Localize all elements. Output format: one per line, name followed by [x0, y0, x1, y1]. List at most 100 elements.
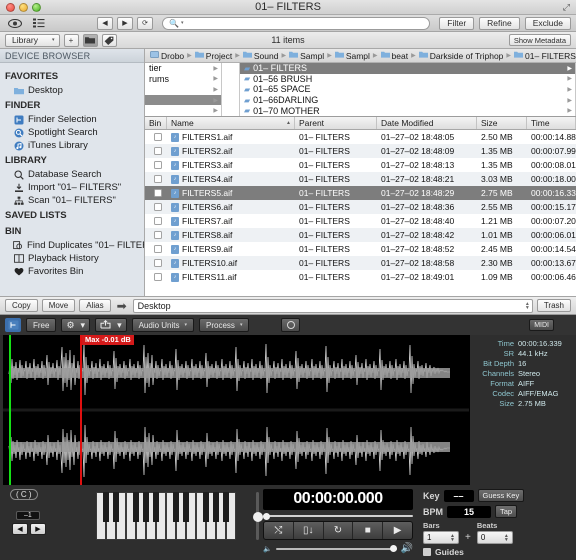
sidebar-item-itunes-library[interactable]: iTunes Library — [0, 139, 144, 152]
breadcrumb-item[interactable]: Sampl — [334, 51, 370, 61]
row-bin-cell[interactable] — [145, 175, 167, 183]
row-bin-cell[interactable] — [145, 245, 167, 253]
exclude-button[interactable]: Exclude — [524, 16, 571, 30]
guides-checkbox[interactable] — [423, 548, 431, 556]
sidebar-item-playback-history[interactable]: Playback History — [0, 252, 144, 265]
column-header-time[interactable]: Time — [527, 117, 576, 129]
stepper-icon[interactable]: ▲ ▼ — [450, 533, 455, 542]
column-header-parent[interactable]: Parent — [295, 117, 377, 129]
row-checkbox[interactable] — [154, 175, 162, 183]
slider-knob[interactable] — [252, 512, 263, 522]
stepper-icon[interactable]: ▲ ▼ — [525, 301, 530, 310]
row-bin-cell[interactable] — [145, 147, 167, 155]
finder-icon[interactable] — [5, 318, 21, 332]
row-bin-cell[interactable] — [145, 161, 167, 169]
forward-button[interactable]: ▶ — [117, 16, 133, 30]
refine-button[interactable]: Refine — [479, 16, 520, 30]
sidebar-item-finder-selection[interactable]: Finder Selection — [0, 113, 144, 126]
piano-black-key[interactable] — [213, 492, 219, 522]
row-checkbox[interactable] — [154, 259, 162, 267]
row-checkbox[interactable] — [154, 273, 162, 281]
free-button[interactable]: Free — [26, 318, 57, 332]
row-checkbox[interactable] — [154, 217, 162, 225]
library-dropdown[interactable]: Library ▾ — [5, 33, 60, 47]
volume-slider[interactable]: 🔈 🔊 — [263, 543, 413, 554]
piano-black-key[interactable] — [223, 492, 229, 522]
row-bin-cell[interactable] — [145, 189, 167, 197]
breadcrumb-item[interactable]: Project — [194, 51, 232, 61]
slider-knob[interactable] — [389, 544, 397, 552]
minimize-button[interactable] — [19, 2, 28, 12]
row-bin-cell[interactable] — [145, 259, 167, 267]
breadcrumb-item[interactable]: 01– FILTERS — [514, 51, 576, 61]
loop-button[interactable]: ↻ — [324, 522, 354, 539]
row-checkbox[interactable] — [154, 161, 162, 169]
sidebar-item-spotlight-search[interactable]: Spotlight Search — [0, 126, 144, 139]
back-button[interactable]: ◀ — [97, 16, 113, 30]
search-input[interactable]: 🔍 ▾ — [162, 16, 431, 30]
row-bin-cell[interactable] — [145, 203, 167, 211]
piano-black-key[interactable] — [143, 492, 149, 522]
sidebar-item-database-search[interactable]: Database Search — [0, 168, 144, 181]
table-row[interactable]: ♪ FILTERS9.aif 01– FILTERS 01–27–02 18:48… — [145, 242, 576, 256]
playhead-marker[interactable] — [80, 335, 82, 485]
beats-stepper[interactable]: 0 ▲ ▼ — [476, 531, 513, 544]
add-button[interactable]: + — [63, 33, 79, 47]
table-row[interactable]: ♪ FILTERS10.aif 01– FILTERS 01–27–02 18:4… — [145, 256, 576, 270]
slider-knob[interactable] — [263, 513, 270, 520]
column-row[interactable]: tier ▶ — [145, 63, 221, 74]
guides-row[interactable]: Guides — [423, 547, 570, 557]
sidebar-item-favorites-bin[interactable]: Favorites Bin — [0, 265, 144, 278]
column-header-date[interactable]: Date Modified — [377, 117, 477, 129]
breadcrumb-item[interactable]: Sound — [242, 51, 278, 61]
row-checkbox[interactable] — [154, 231, 162, 239]
breadcrumb-item[interactable]: beat — [380, 51, 408, 61]
piano-black-key[interactable] — [203, 492, 209, 522]
sidebar-item-import[interactable]: Import "01– FILTERS" — [0, 181, 144, 194]
record-button[interactable] — [281, 318, 300, 332]
breadcrumb-item[interactable]: Sampl — [289, 51, 324, 61]
column-row[interactable]: ▰ 01–56 BRUSH ▶ — [240, 74, 575, 85]
position-slider[interactable] — [263, 513, 413, 520]
column-row-selected[interactable]: ▶ — [145, 94, 221, 106]
chevron-down-icon[interactable]: ▾ — [181, 20, 184, 26]
column-row-selected[interactable]: ▰ 01– FILTERS ▶ — [240, 63, 575, 74]
guess-key-button[interactable]: Guess Key — [477, 489, 525, 502]
eye-icon[interactable] — [5, 17, 24, 30]
shuffle-button[interactable]: ⤭ — [264, 522, 294, 539]
waveform-display[interactable]: Max -0.01 dB — [3, 335, 470, 485]
column-row[interactable]: ▶ — [145, 105, 221, 116]
stop-button[interactable]: ■ — [353, 522, 384, 539]
table-row[interactable]: ♪ FILTERS6.aif 01– FILTERS 01–27–02 18:48… — [145, 200, 576, 214]
marker-button[interactable]: ▯↓ — [294, 522, 324, 539]
breadcrumb-item[interactable]: Drobo — [150, 51, 184, 61]
piano-black-key[interactable] — [133, 492, 139, 522]
selection-start-marker[interactable] — [9, 335, 11, 485]
share-dropdown[interactable]: ▾ — [95, 318, 127, 332]
midi-button[interactable]: MIDI — [529, 319, 554, 331]
table-row[interactable]: ♪ FILTERS4.aif 01– FILTERS 01–27–02 18:48… — [145, 172, 576, 186]
trash-button[interactable]: Trash — [536, 299, 571, 312]
column-header-bin[interactable]: Bin — [145, 117, 167, 129]
row-checkbox[interactable] — [154, 133, 162, 141]
sidebar-item-scan[interactable]: Scan "01– FILTERS" — [0, 194, 144, 207]
folder-icon[interactable] — [82, 33, 98, 47]
column-header-size[interactable]: Size — [477, 117, 527, 129]
column-header-name[interactable]: Name — [167, 117, 295, 129]
piano-black-key[interactable] — [103, 492, 109, 522]
show-metadata-button[interactable]: Show Metadata — [508, 34, 571, 46]
table-row[interactable]: ♪ FILTERS2.aif 01– FILTERS 01–27–02 18:48… — [145, 144, 576, 158]
piano-black-key[interactable] — [183, 492, 189, 522]
tap-button[interactable]: Tap — [495, 505, 518, 518]
sidebar-item-desktop[interactable]: Desktop — [0, 84, 144, 97]
close-button[interactable] — [6, 2, 15, 12]
column-row[interactable]: ▰ 01–66DARLING ▶ — [240, 95, 575, 106]
table-row[interactable]: ♪ FILTERS11.aif 01– FILTERS 01–27–02 18:4… — [145, 270, 576, 284]
list-icon[interactable] — [29, 17, 48, 30]
table-row[interactable]: ♪ FILTERS3.aif 01– FILTERS 01–27–02 18:48… — [145, 158, 576, 172]
column-row[interactable]: ▶ — [145, 84, 221, 95]
table-row-selected[interactable]: ♪ FILTERS5.aif 01– FILTERS 01–27–02 18:48… — [145, 186, 576, 200]
destination-select[interactable]: Desktop ▲ ▼ — [132, 298, 533, 313]
row-checkbox[interactable] — [154, 203, 162, 211]
play-button[interactable]: ▶ — [383, 522, 412, 539]
